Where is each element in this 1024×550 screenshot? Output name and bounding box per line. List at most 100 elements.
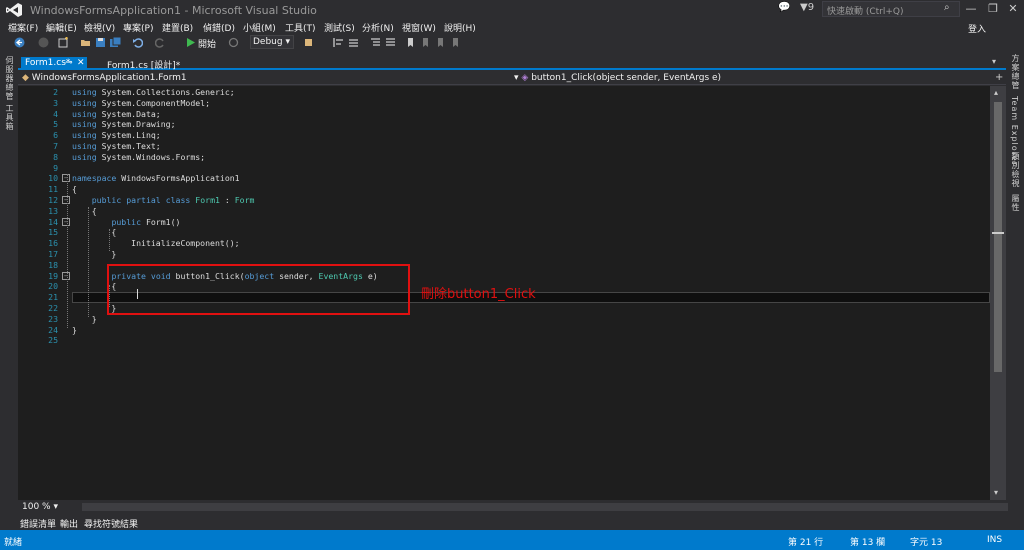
code-token: InitializeComponent();	[72, 238, 240, 249]
code-token: using	[72, 108, 97, 119]
collapse-icon[interactable]: −	[62, 217, 70, 226]
standard-toolbar: 開始	[0, 34, 1024, 52]
menu-tools[interactable]: 工具(T)	[285, 21, 316, 34]
close-icon[interactable]: ✕	[77, 58, 85, 68]
class-view-tab[interactable]: 類別檢視	[1010, 152, 1021, 188]
code-line: 5 using System.Drawing;	[18, 119, 990, 130]
split-editor-icon[interactable]: +	[995, 72, 1003, 83]
code-text: using System.Data;	[72, 109, 161, 120]
tab-form1-design[interactable]: Form1.cs [設計]*	[107, 58, 180, 71]
error-list-tab[interactable]: 錯誤清單	[20, 517, 56, 530]
solution-explorer-tab[interactable]: 方案總管	[1010, 54, 1021, 90]
line-number: 17	[48, 249, 58, 259]
type-dropdown[interactable]: ◆ WindowsFormsApplication1.Form1	[22, 73, 187, 83]
code-token: {	[72, 205, 97, 216]
configuration-dropdown[interactable]: Debug ▾	[250, 35, 294, 49]
undo-icon[interactable]	[132, 37, 143, 48]
start-button[interactable]: 開始	[198, 37, 216, 50]
line-number: 6	[53, 130, 58, 141]
collapse-icon[interactable]: −	[62, 196, 70, 204]
tab-list-dropdown-icon[interactable]: ▾	[992, 57, 996, 66]
line-number: 24	[48, 324, 58, 335]
quick-launch-input[interactable]: 快速啟動 (Ctrl+Q)	[822, 1, 960, 17]
back-icon[interactable]	[14, 37, 25, 48]
menu-debug[interactable]: 偵錯(D)	[203, 21, 235, 34]
forward-icon[interactable]	[38, 37, 49, 48]
fold-guide	[88, 207, 89, 317]
refresh-icon[interactable]	[228, 37, 239, 48]
toolbox-tab[interactable]: 工具箱	[4, 104, 15, 131]
collapse-icon[interactable]: −	[62, 174, 70, 183]
code-token: public	[91, 195, 122, 205]
output-tab[interactable]: 輸出	[60, 517, 78, 530]
menu-view[interactable]: 檢視(V)	[84, 21, 115, 34]
code-token: using	[72, 87, 97, 97]
menu-team[interactable]: 小組(M)	[243, 21, 276, 34]
save-icon[interactable]	[95, 37, 106, 48]
close-button[interactable]: ✕	[1002, 0, 1024, 18]
menu-help[interactable]: 說明(H)	[444, 21, 476, 34]
code-line: 10− namespace WindowsFormsApplication1	[18, 173, 990, 184]
horizontal-scrollbar[interactable]	[82, 503, 1008, 511]
code-token: Form	[234, 195, 255, 205]
properties-tab[interactable]: 屬性	[1010, 194, 1021, 212]
find-symbol-results-tab[interactable]: 尋找符號結果	[84, 517, 138, 530]
pin-icon[interactable]: ⊸	[65, 58, 73, 68]
prev-bookmark-icon[interactable]	[420, 37, 431, 48]
chevron-down-icon: ▾	[53, 502, 58, 512]
code-line: 9	[18, 163, 990, 174]
annotation-text: 刪除button1_Click	[421, 287, 536, 302]
attach-icon[interactable]	[303, 37, 314, 48]
zoom-dropdown[interactable]: 100 % ▾	[22, 502, 58, 512]
open-file-icon[interactable]	[80, 37, 91, 48]
comment-icon[interactable]	[370, 37, 381, 48]
code-line: 14− public Form1()	[18, 217, 990, 228]
code-token: :	[219, 195, 235, 205]
minimize-button[interactable]: —	[960, 0, 982, 18]
line-number: 19	[48, 270, 58, 281]
type-dropdown-value: WindowsFormsApplication1.Form1	[31, 73, 187, 83]
save-all-icon[interactable]	[110, 37, 121, 48]
menu-build[interactable]: 建置(B)	[162, 21, 193, 34]
menu-window[interactable]: 視窗(W)	[402, 21, 436, 34]
vertical-scrollbar[interactable]: ▴ ▾	[990, 86, 1006, 500]
notifications-icon[interactable]: 💬	[778, 2, 790, 13]
code-text: using System.Linq;	[72, 130, 161, 141]
notification-count[interactable]: ▼9	[800, 2, 814, 13]
menu-analyze[interactable]: 分析(N)	[362, 21, 394, 34]
code-text: using System.ComponentModel;	[72, 98, 210, 109]
status-char: 字元 13	[910, 538, 943, 548]
menu-file[interactable]: 檔案(F)	[8, 21, 38, 34]
restore-button[interactable]: ❐	[982, 0, 1004, 18]
status-bar: 就緒 第 21 行 第 13 欄 字元 13 INS	[0, 530, 1024, 550]
code-line: 4 using System.Data;	[18, 109, 990, 120]
server-explorer-tab[interactable]: 伺服器總管	[4, 56, 15, 101]
menu-edit[interactable]: 編輯(E)	[46, 21, 77, 34]
code-text: {	[72, 184, 77, 195]
align-icon[interactable]	[333, 37, 344, 48]
code-line: 13 {	[18, 206, 990, 217]
redo-icon[interactable]	[155, 37, 166, 48]
line-number: 20	[48, 281, 58, 292]
menu-project[interactable]: 專案(P)	[123, 21, 153, 34]
start-debugging-icon[interactable]	[185, 37, 196, 48]
tab-form1-cs[interactable]: Form1.cs* ⊸ ✕	[21, 57, 87, 70]
code-text: }	[72, 325, 77, 336]
scroll-up-icon[interactable]: ▴	[994, 88, 998, 97]
new-project-icon[interactable]	[58, 37, 69, 48]
clear-bookmarks-icon[interactable]	[450, 37, 461, 48]
member-dropdown[interactable]: ▾ ◈ button1_Click(object sender, EventAr…	[514, 73, 721, 83]
window-title: WindowsFormsApplication1 - Microsoft Vis…	[30, 4, 317, 17]
menu-test[interactable]: 測試(S)	[324, 21, 355, 34]
scroll-thumb[interactable]	[994, 102, 1002, 372]
line-number: 21	[48, 292, 58, 303]
search-icon[interactable]: ⌕	[944, 2, 950, 13]
next-bookmark-icon[interactable]	[435, 37, 446, 48]
uncomment-icon[interactable]	[385, 37, 396, 48]
bookmark-icon[interactable]	[405, 37, 416, 48]
scroll-down-icon[interactable]: ▾	[994, 488, 998, 497]
format-icon[interactable]	[348, 37, 359, 48]
code-line: 2 using System.Collections.Generic;	[18, 87, 990, 98]
collapse-icon[interactable]: −	[62, 271, 70, 280]
